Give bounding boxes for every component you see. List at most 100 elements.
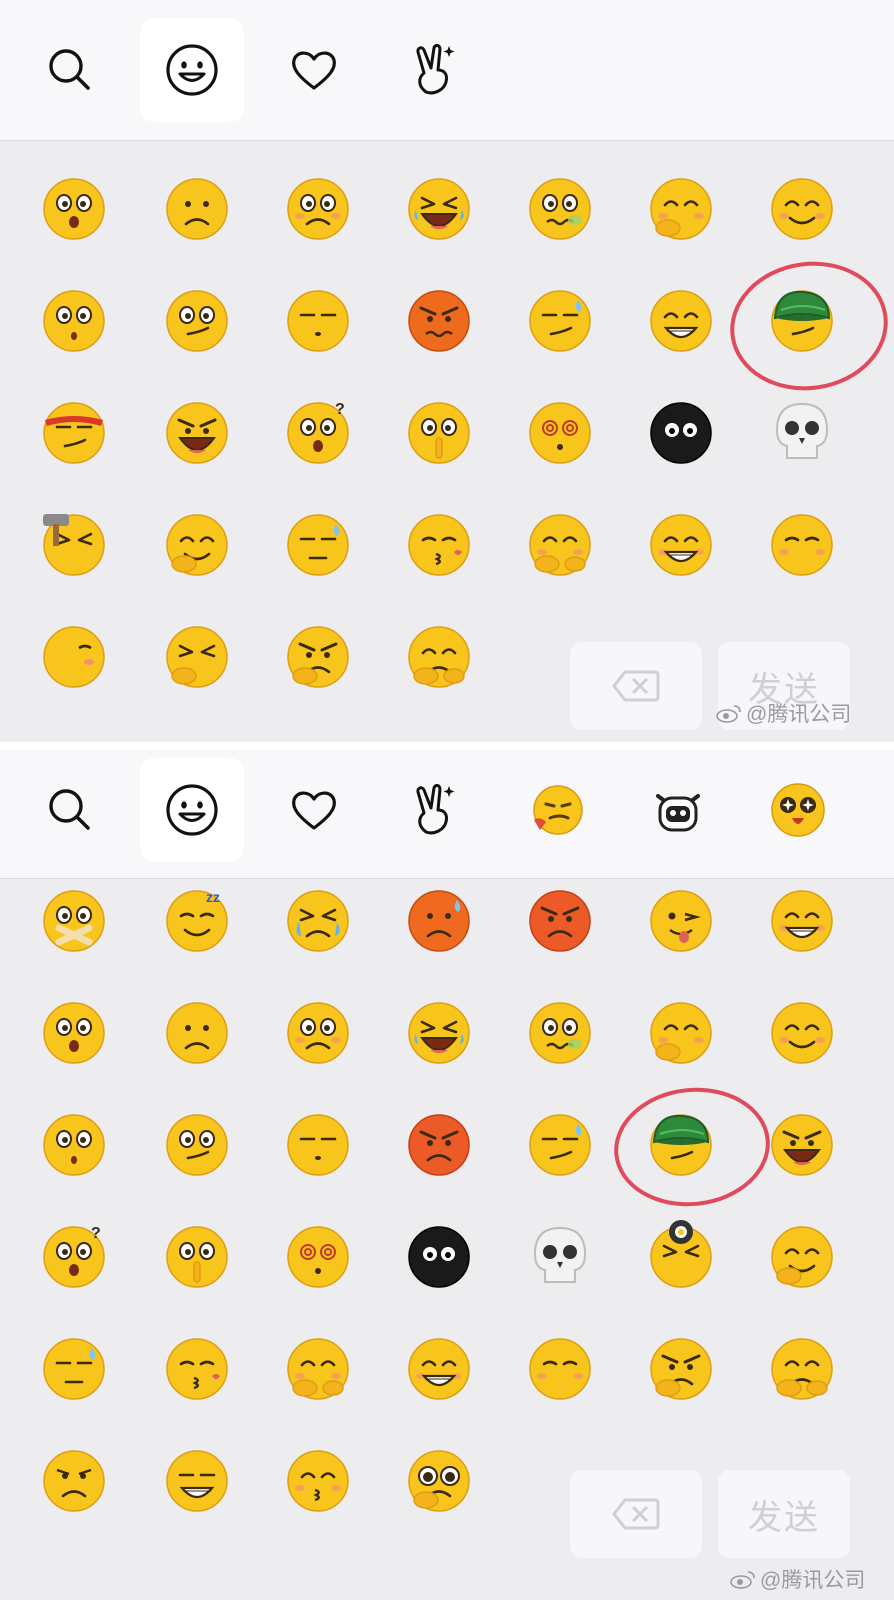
emoji-blow-kiss[interactable] (406, 512, 472, 578)
emoji-teary[interactable] (285, 176, 351, 242)
emoji-puppy[interactable] (406, 1448, 472, 1514)
emoji-big-grin[interactable] (406, 1336, 472, 1402)
emoji-big-grin[interactable] (769, 888, 835, 954)
emoji-skeptical[interactable] (164, 288, 230, 354)
watermark-text: @腾讯公司 (760, 1569, 866, 1592)
emoji-sweat-smirk[interactable] (41, 1336, 107, 1402)
emoji-crazy-laugh[interactable] (164, 400, 230, 466)
emoji-shy-cover[interactable] (527, 512, 593, 578)
emoji-smile[interactable] (769, 176, 835, 242)
emoji-sleepy[interactable] (285, 288, 351, 354)
laugh-cry-icon (408, 1002, 470, 1064)
tab-smirk-sticker[interactable] (504, 758, 608, 862)
emoji-headband[interactable] (41, 400, 107, 466)
emoji-crying[interactable] (285, 888, 351, 954)
emoji-hmph[interactable] (648, 1336, 714, 1402)
sleepy-icon (287, 1114, 349, 1176)
emoji-skull[interactable] (527, 1224, 593, 1290)
emoji-kiss[interactable] (285, 1448, 351, 1514)
emoji-shush[interactable] (164, 1224, 230, 1290)
emoji-grin[interactable] (648, 288, 714, 354)
emoji-black-blob[interactable] (648, 400, 714, 466)
emoji-stunned[interactable] (41, 288, 107, 354)
emoji-peek[interactable] (769, 1336, 835, 1402)
emoji-sweat-red[interactable] (406, 888, 472, 954)
emoji-hammer[interactable] (41, 512, 107, 578)
emoji-question[interactable]: ? (285, 400, 351, 466)
tab-search[interactable] (18, 758, 122, 862)
shocked-icon (43, 1002, 105, 1064)
smile-icon (771, 178, 833, 240)
emoji-big-grin[interactable] (648, 512, 714, 578)
emoji-turn-away[interactable] (41, 624, 107, 690)
emoji-shocked[interactable] (41, 176, 107, 242)
emoji-cover-mouth[interactable] (648, 176, 714, 242)
emoji-stunned[interactable] (41, 1112, 107, 1178)
emoji-shy-cover[interactable] (285, 1336, 351, 1402)
skull-icon (775, 402, 829, 459)
emoji-black-blob[interactable] (406, 1224, 472, 1290)
emoji-cover-mouth[interactable] (648, 1000, 714, 1066)
tab-stickers[interactable] (382, 18, 486, 122)
emoji-angry[interactable] (406, 288, 472, 354)
emoji-laugh-cry[interactable] (406, 176, 472, 242)
tab-favorites[interactable] (262, 18, 366, 122)
stunned-icon (43, 1114, 105, 1176)
tab-favorites[interactable] (262, 758, 366, 862)
shy-cover-icon (529, 514, 591, 576)
hammer-icon (43, 514, 105, 576)
emoji-hand-chin[interactable] (769, 1224, 835, 1290)
emoji-nod[interactable] (769, 512, 835, 578)
tab-cow-sticker[interactable] (626, 758, 730, 862)
black-blob-icon (650, 402, 712, 464)
tab-stickers[interactable] (382, 758, 486, 862)
emoji-sleeping[interactable]: zz (164, 888, 230, 954)
stunned-icon (43, 290, 105, 352)
frying-pan-icon (650, 1220, 712, 1288)
emoji-tongue-wink[interactable] (648, 888, 714, 954)
emoji-dizzy[interactable] (527, 400, 593, 466)
emoji-nauseous[interactable] (527, 1000, 593, 1066)
tab-emoji[interactable] (140, 758, 244, 862)
angry-red-icon (408, 1114, 470, 1176)
send-button[interactable]: 发送 (718, 1470, 850, 1558)
tab-search[interactable] (18, 18, 122, 122)
emoji-smug[interactable] (164, 1448, 230, 1514)
emoji-crazy-laugh[interactable] (769, 1112, 835, 1178)
weibo-logo-icon (730, 1571, 755, 1589)
emoji-skull[interactable] (769, 400, 835, 466)
emoji-awkward-sweat[interactable] (527, 1112, 593, 1178)
emoji-mouth-taped[interactable] (41, 888, 107, 954)
emoji-nauseous[interactable] (527, 176, 593, 242)
emoji-shocked[interactable] (41, 1000, 107, 1066)
emoji-laugh-cry[interactable] (406, 1000, 472, 1066)
emoji-teary[interactable] (285, 1000, 351, 1066)
emoji-nod[interactable] (527, 1336, 593, 1402)
emoji-hmph[interactable] (285, 624, 351, 690)
emoji-giggle[interactable] (164, 624, 230, 690)
emoji-angry-red[interactable] (406, 1112, 472, 1178)
emoji-sleepy[interactable] (285, 1112, 351, 1178)
peace-hand-icon (416, 44, 455, 95)
emoji-peek[interactable] (406, 624, 472, 690)
emoji-frown[interactable] (164, 176, 230, 242)
emoji-smile[interactable] (769, 1000, 835, 1066)
delete-button[interactable] (570, 642, 702, 730)
emoji-hand-chin[interactable] (164, 512, 230, 578)
tab-emoji[interactable] (140, 18, 244, 122)
emoji-angry-red[interactable] (527, 888, 593, 954)
emoji-frown[interactable] (164, 1000, 230, 1066)
emoji-sad[interactable] (41, 1448, 107, 1514)
tab-star-eyes-sticker[interactable] (746, 758, 850, 862)
delete-button[interactable] (570, 1470, 702, 1558)
emoji-sweat-smirk[interactable] (285, 512, 351, 578)
emoji-skeptical[interactable] (164, 1112, 230, 1178)
backspace-icon (612, 670, 660, 702)
emoji-blow-kiss[interactable] (164, 1336, 230, 1402)
emoji-shush[interactable] (406, 400, 472, 466)
crying-icon (287, 890, 349, 952)
emoji-question[interactable]: ? (41, 1224, 107, 1290)
emoji-awkward-sweat[interactable] (527, 288, 593, 354)
emoji-frying-pan[interactable] (648, 1220, 714, 1290)
emoji-dizzy[interactable] (285, 1224, 351, 1290)
